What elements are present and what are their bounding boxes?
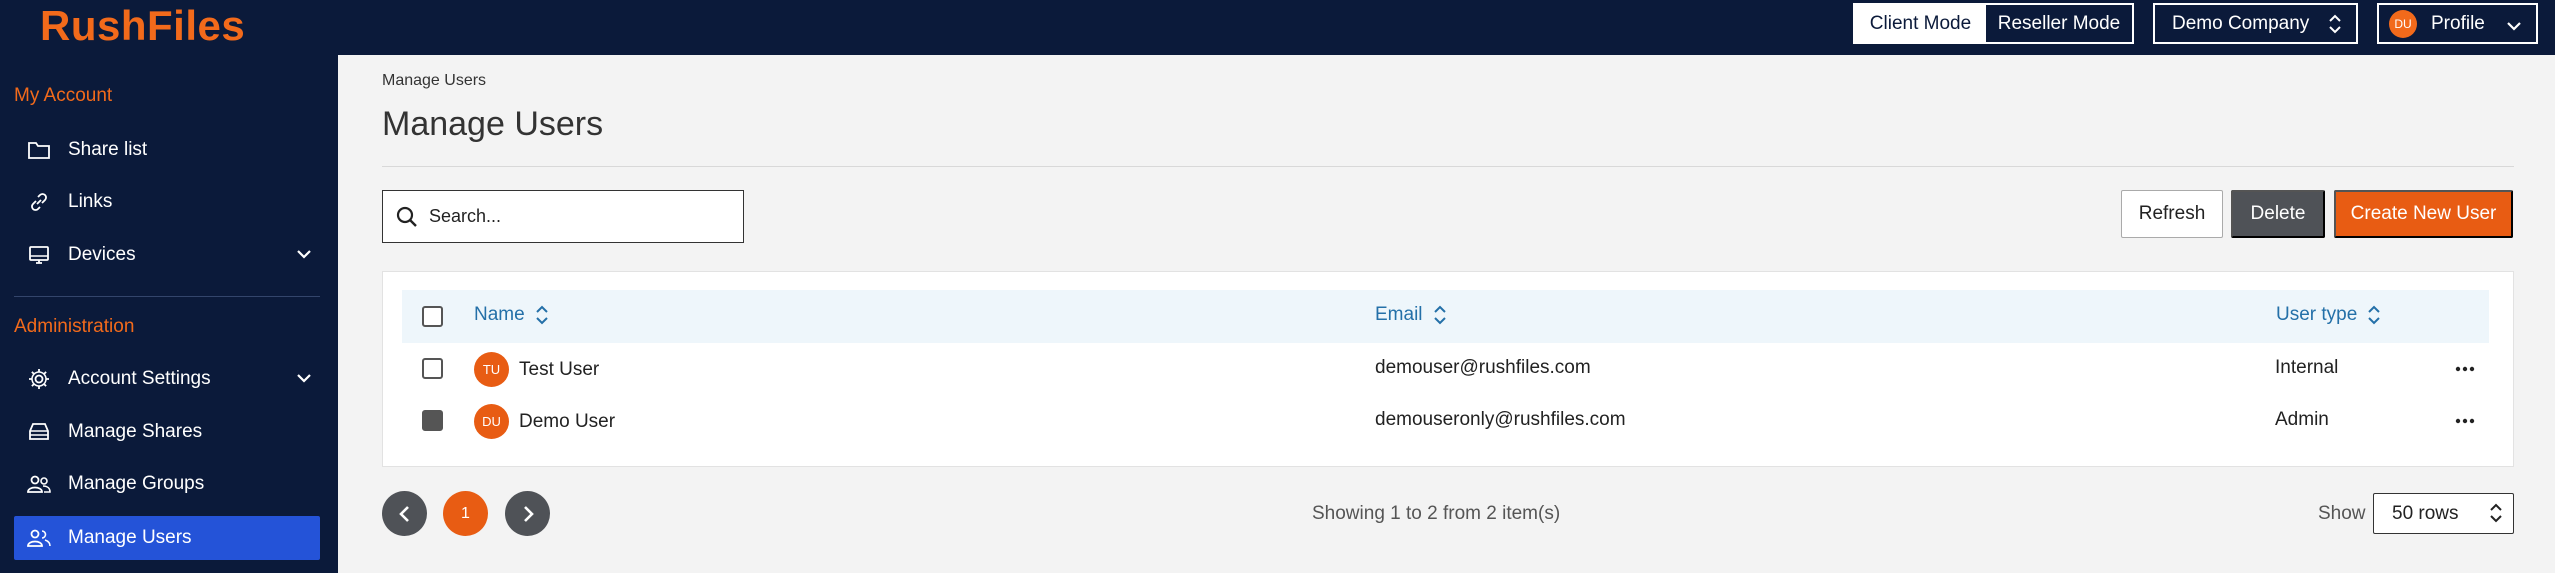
row-checkbox[interactable] — [422, 358, 443, 379]
sidebar-item-label: Manage Groups — [68, 473, 205, 494]
chevron-down-icon — [296, 245, 312, 267]
company-select-value: Demo Company — [2172, 12, 2310, 34]
select-all-checkbox[interactable] — [422, 306, 443, 327]
reseller-mode-button[interactable]: Reseller Mode — [1986, 5, 2132, 42]
sidebar-item-devices[interactable]: Devices — [14, 233, 320, 277]
column-header-label: Email — [1375, 304, 1423, 325]
rows-per-page-value: 50 rows — [2392, 502, 2459, 524]
show-label: Show — [2318, 503, 2366, 524]
sidebar-item-share-list[interactable]: Share list — [14, 128, 320, 172]
rows-per-page-select[interactable]: 50 rows — [2373, 493, 2514, 534]
users-icon — [26, 525, 52, 551]
user-email: demouseronly@rushfiles.com — [1375, 409, 1626, 430]
sidebar: My Account Share list Links Devices Admi… — [0, 55, 338, 573]
sidebar-item-label: Account Settings — [68, 368, 211, 389]
sidebar-item-manage-groups[interactable]: Manage Groups — [14, 462, 320, 506]
user-name-cell: TU Test User — [474, 352, 599, 387]
avatar: DU — [474, 404, 509, 439]
search-input[interactable] — [429, 206, 719, 227]
row-checkbox[interactable] — [422, 410, 443, 431]
user-type: Internal — [2275, 357, 2339, 378]
user-type: Admin — [2275, 409, 2329, 430]
create-new-user-button[interactable]: Create New User — [2334, 190, 2513, 238]
monitor-icon — [26, 242, 52, 268]
sort-icon — [2367, 304, 2381, 326]
sidebar-item-label: Share list — [68, 139, 148, 160]
chevron-right-icon — [523, 505, 534, 522]
refresh-button[interactable]: Refresh — [2121, 190, 2223, 238]
group-icon — [26, 471, 52, 497]
previous-page-button[interactable] — [382, 491, 427, 536]
chevron-left-icon — [398, 505, 409, 522]
profile-avatar: DU — [2389, 9, 2417, 38]
rushfiles-logo[interactable]: RushFiles — [40, 2, 245, 50]
page-button[interactable]: 1 — [443, 491, 488, 536]
sidebar-item-manage-shares[interactable]: Manage Shares — [14, 410, 320, 454]
user-name: Test User — [519, 358, 600, 380]
column-header-user-type[interactable]: User type — [2276, 304, 2381, 326]
sidebar-item-label: Devices — [68, 244, 136, 265]
mode-toggle: Client Mode Reseller Mode — [1853, 3, 2134, 44]
sidebar-item-manage-users[interactable]: Manage Users — [14, 516, 320, 560]
column-header-email[interactable]: Email — [1375, 304, 1447, 326]
profile-button[interactable]: DU Profile — [2377, 3, 2538, 44]
sort-icon — [1433, 304, 1447, 326]
profile-label: Profile — [2431, 12, 2485, 34]
avatar: TU — [474, 352, 509, 387]
sidebar-item-label: Manage Users — [68, 527, 192, 548]
next-page-button[interactable] — [505, 491, 550, 536]
pagination-summary: Showing 1 to 2 from 2 item(s) — [1312, 503, 1561, 524]
search-box — [382, 190, 744, 243]
user-name-cell: DU Demo User — [474, 404, 615, 439]
updown-chevron-icon — [2489, 502, 2503, 530]
delete-button[interactable]: Delete — [2231, 190, 2325, 238]
link-icon — [26, 189, 52, 215]
updown-chevron-icon — [2328, 13, 2342, 41]
table-row[interactable]: DU Demo User demouseronly@rushfiles.com … — [402, 396, 2489, 446]
title-divider — [382, 166, 2514, 167]
column-header-label: User type — [2276, 304, 2358, 325]
sidebar-item-links[interactable]: Links — [14, 180, 320, 224]
section-title-administration: Administration — [14, 316, 135, 337]
company-select[interactable]: Demo Company — [2153, 3, 2358, 44]
user-name: Demo User — [519, 410, 616, 432]
breadcrumb[interactable]: Manage Users — [382, 72, 486, 90]
more-options-icon[interactable] — [2455, 360, 2475, 378]
table-header: Name Email User type — [402, 290, 2489, 343]
more-options-icon[interactable] — [2455, 412, 2475, 430]
sidebar-item-label: Links — [68, 191, 113, 212]
user-email: demouser@rushfiles.com — [1375, 357, 1591, 378]
storage-icon — [26, 419, 52, 445]
gear-icon — [26, 366, 52, 392]
client-mode-button[interactable]: Client Mode — [1855, 5, 1986, 42]
table-row[interactable]: TU Test User demouser@rushfiles.com Inte… — [402, 344, 2489, 394]
top-bar: RushFiles Client Mode Reseller Mode Demo… — [0, 0, 2555, 55]
sidebar-item-label: Manage Shares — [68, 421, 203, 442]
sort-icon — [535, 304, 549, 326]
column-header-label: Name — [474, 304, 525, 325]
folder-icon — [26, 137, 52, 163]
page-title: Manage Users — [382, 105, 604, 143]
section-title-my-account: My Account — [14, 85, 113, 106]
column-header-name[interactable]: Name — [474, 304, 549, 326]
search-icon — [395, 205, 419, 229]
sidebar-divider — [14, 296, 320, 297]
chevron-down-icon — [2506, 17, 2522, 39]
users-table: Name Email User type TU Test User demous… — [382, 271, 2514, 467]
sidebar-item-account-settings[interactable]: Account Settings — [14, 357, 320, 401]
chevron-down-icon — [296, 369, 312, 391]
